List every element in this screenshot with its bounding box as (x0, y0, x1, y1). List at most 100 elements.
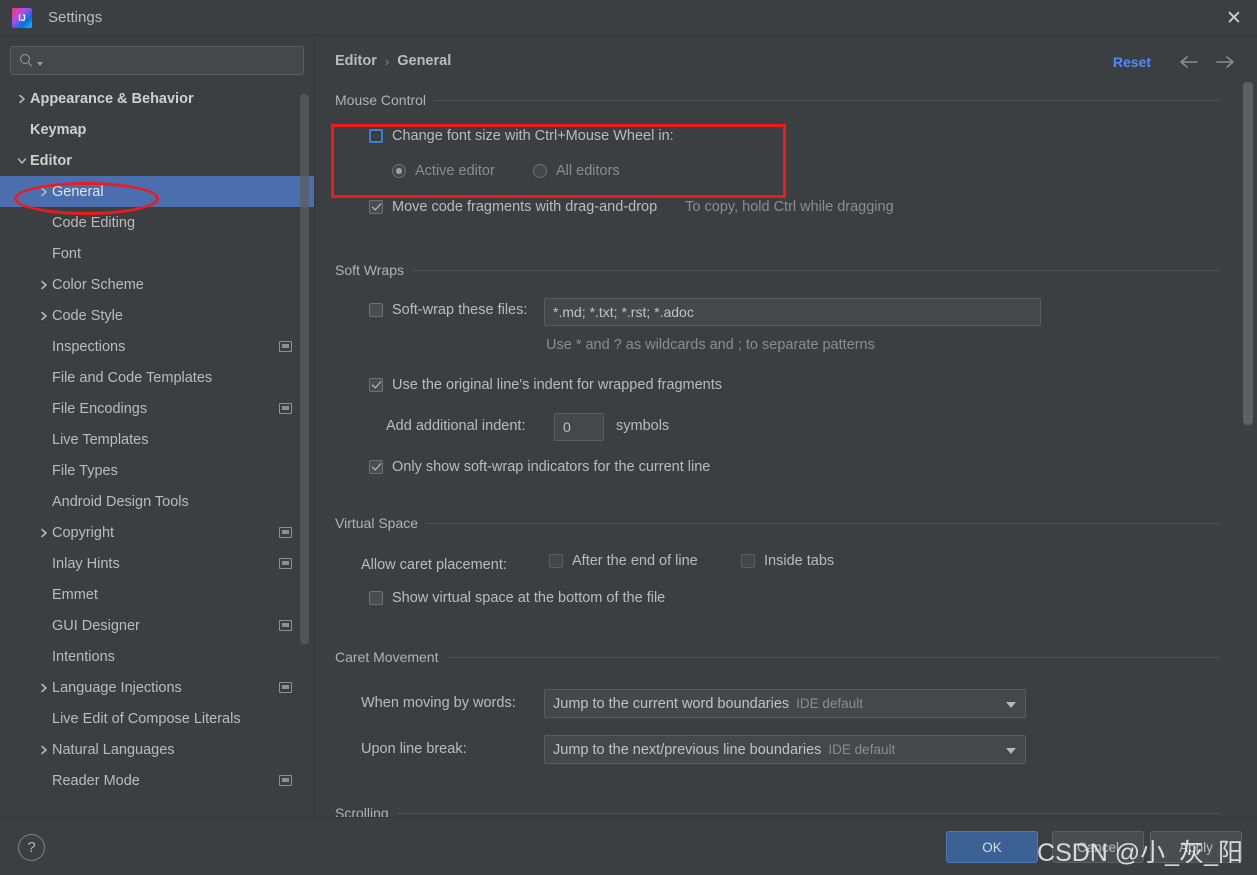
ok-button[interactable]: OK (946, 831, 1038, 863)
sidebar-item-natural-languages[interactable]: Natural Languages (0, 734, 314, 765)
when-moving-by-words-dropdown[interactable]: Jump to the current word boundaries IDE … (544, 689, 1026, 718)
all-editors-radio[interactable] (533, 164, 547, 178)
chevron-down-icon[interactable] (1006, 701, 1016, 708)
upon-line-break-dropdown[interactable]: Jump to the next/previous line boundarie… (544, 735, 1026, 764)
show-virtual-space-row[interactable]: Show virtual space at the bottom of the … (369, 590, 665, 606)
sidebar-item-reader-mode[interactable]: Reader Mode (0, 765, 314, 796)
change-font-size-row[interactable]: Change font size with Ctrl+Mouse Wheel i… (369, 128, 674, 144)
close-icon[interactable]: ✕ (1211, 0, 1257, 36)
active-editor-radio-row[interactable]: Active editor (392, 163, 495, 179)
section-virtual-space: Virtual Space (335, 515, 1220, 533)
show-virtual-space-checkbox[interactable] (369, 591, 383, 605)
sidebar-item-label: Reader Mode (52, 772, 140, 789)
sidebar-item-code-style[interactable]: Code Style (0, 300, 314, 331)
drag-and-drop-label: Move code fragments with drag-and-drop (392, 199, 658, 215)
chevron-placeholder (36, 370, 52, 386)
sidebar-item-font[interactable]: Font (0, 238, 314, 269)
sidebar-item-file-types[interactable]: File Types (0, 455, 314, 486)
section-label: Mouse Control (335, 92, 427, 108)
chevron-down-icon[interactable] (14, 153, 30, 169)
after-end-of-line-checkbox[interactable] (549, 554, 563, 568)
upon-line-break-label: Upon line break: (361, 741, 467, 757)
cancel-button[interactable]: Cancel (1052, 831, 1144, 863)
settings-tree: Appearance & Behavior Keymap Editor General… (0, 83, 314, 796)
help-button[interactable]: ? (18, 834, 45, 861)
chevron-right-icon[interactable] (36, 742, 52, 758)
inside-tabs-row[interactable]: Inside tabs (741, 553, 834, 569)
original-indent-checkbox[interactable] (369, 378, 383, 392)
search-box[interactable] (10, 46, 304, 75)
section-title-mouse-control: Mouse Control (335, 92, 1220, 108)
additional-indent-label: Add additional indent: (386, 418, 526, 434)
sidebar-item-live-edit-of-compose-literals[interactable]: Live Edit of Compose Literals (0, 703, 314, 734)
active-editor-radio[interactable] (392, 164, 406, 178)
all-editors-radio-row[interactable]: All editors (533, 163, 620, 179)
settings-content: Editor › General Reset Mouse Control Cha… (316, 36, 1257, 817)
search-input[interactable] (43, 53, 303, 68)
inside-tabs-checkbox[interactable] (741, 554, 755, 568)
sidebar-item-inlay-hints[interactable]: Inlay Hints (0, 548, 314, 579)
chevron-placeholder (14, 122, 30, 138)
sidebar-search-wrap (0, 36, 314, 81)
additional-indent-input[interactable]: 0 (554, 413, 604, 441)
sidebar-item-editor[interactable]: Editor (0, 145, 314, 176)
sidebar-item-appearance-behavior[interactable]: Appearance & Behavior (0, 83, 314, 114)
sidebar-item-code-editing[interactable]: Code Editing (0, 207, 314, 238)
sidebar-item-file-encodings[interactable]: File Encodings (0, 393, 314, 424)
section-label: Virtual Space (335, 515, 419, 531)
sidebar-item-file-and-code-templates[interactable]: File and Code Templates (0, 362, 314, 393)
chevron-placeholder (36, 401, 52, 417)
chevron-placeholder (36, 494, 52, 510)
chevron-right-icon[interactable] (36, 277, 52, 293)
chevron-right-icon[interactable] (36, 184, 52, 200)
section-scrolling: Scrolling (335, 805, 1220, 817)
soft-wrap-files-checkbox[interactable] (369, 303, 383, 317)
change-font-size-label: Change font size with Ctrl+Mouse Wheel i… (392, 128, 674, 144)
content-scrollbar-thumb[interactable] (1243, 82, 1253, 425)
apply-button[interactable]: Apply (1150, 831, 1242, 863)
chevron-right-icon[interactable] (14, 91, 30, 107)
sidebar-item-general[interactable]: General (0, 176, 314, 207)
sidebar-item-live-templates[interactable]: Live Templates (0, 424, 314, 455)
chevron-down-icon[interactable] (1006, 747, 1016, 754)
drag-and-drop-hint: To copy, hold Ctrl while dragging (685, 199, 894, 215)
section-divider (412, 269, 1220, 271)
chevron-right-icon[interactable] (36, 308, 52, 324)
sidebar-item-label: Code Editing (52, 214, 136, 231)
chevron-right-icon[interactable] (36, 525, 52, 541)
only-show-indicators-row[interactable]: Only show soft-wrap indicators for the c… (369, 459, 710, 475)
change-font-size-checkbox[interactable] (369, 129, 383, 143)
arrow-left-icon[interactable] (1177, 50, 1201, 74)
arrow-right-icon[interactable] (1213, 50, 1237, 74)
breadcrumb-root[interactable]: Editor (335, 53, 377, 69)
sidebar-item-label: Inlay Hints (52, 555, 120, 572)
sidebar-item-intentions[interactable]: Intentions (0, 641, 314, 672)
chevron-placeholder (36, 587, 52, 603)
only-show-indicators-checkbox[interactable] (369, 460, 383, 474)
sidebar-scrollbar-thumb[interactable] (300, 94, 309, 644)
drag-and-drop-row[interactable]: Move code fragments with drag-and-drop T… (369, 199, 894, 215)
settings-sidebar: Appearance & Behavior Keymap Editor General… (0, 36, 315, 817)
original-indent-row[interactable]: Use the original line's indent for wrapp… (369, 377, 722, 393)
inside-tabs-label: Inside tabs (764, 553, 835, 569)
project-level-settings-icon (279, 402, 292, 414)
sidebar-item-label: File Encodings (52, 400, 148, 417)
chevron-right-icon[interactable] (36, 680, 52, 696)
chevron-down-icon[interactable] (37, 61, 43, 66)
after-end-of-line-row[interactable]: After the end of line (549, 553, 698, 569)
dialog-footer: ? OK Cancel Apply (0, 817, 1257, 875)
sidebar-item-color-scheme[interactable]: Color Scheme (0, 269, 314, 300)
reset-link[interactable]: Reset (1113, 54, 1151, 70)
sidebar-item-emmet[interactable]: Emmet (0, 579, 314, 610)
upon-line-break-value: Jump to the next/previous line boundarie… (553, 741, 822, 758)
sidebar-item-keymap[interactable]: Keymap (0, 114, 314, 145)
soft-wrap-files-input[interactable]: *.md; *.txt; *.rst; *.adoc (544, 298, 1041, 326)
sidebar-item-android-design-tools[interactable]: Android Design Tools (0, 486, 314, 517)
sidebar-item-gui-designer[interactable]: GUI Designer (0, 610, 314, 641)
sidebar-item-inspections[interactable]: Inspections (0, 331, 314, 362)
drag-and-drop-checkbox[interactable] (369, 200, 383, 214)
sidebar-item-language-injections[interactable]: Language Injections (0, 672, 314, 703)
when-moving-by-words-value: Jump to the current word boundaries (553, 695, 790, 712)
soft-wrap-files-row[interactable]: Soft-wrap these files: (369, 302, 527, 318)
sidebar-item-copyright[interactable]: Copyright (0, 517, 314, 548)
